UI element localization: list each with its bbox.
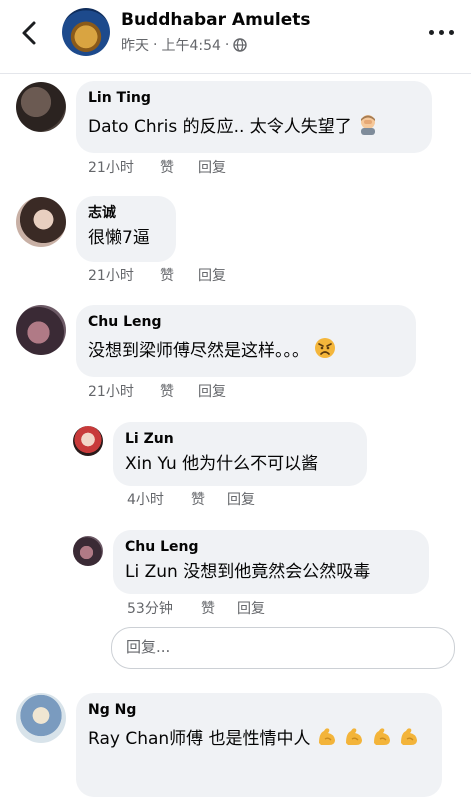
- comment-text: Ray Chan师傅 也是性情中人: [88, 725, 430, 751]
- like-button[interactable]: 赞: [160, 265, 198, 285]
- comment-text-content: Dato Chris 的反应.. 太令人失望了: [88, 117, 352, 137]
- reply-time[interactable]: 53分钟: [127, 598, 201, 618]
- like-button[interactable]: 赞: [160, 157, 198, 177]
- comment-bubble[interactable]: Ng Ng Ray Chan师傅 也是性情中人: [76, 693, 442, 797]
- angry-face-emoji-icon: [315, 338, 336, 358]
- reply-author[interactable]: Li Zun: [125, 430, 355, 448]
- page-title[interactable]: Buddhabar Amulets: [121, 10, 311, 30]
- reply-bubble[interactable]: Chu Leng Li Zun 没想到他竟然会公然吸毒: [113, 530, 429, 594]
- reply-input[interactable]: [126, 638, 426, 656]
- avatar[interactable]: [16, 693, 66, 743]
- dot-icon: [449, 30, 454, 35]
- reply-input-box[interactable]: [111, 627, 455, 669]
- comment-time[interactable]: 21小时: [88, 265, 160, 285]
- avatar[interactable]: [73, 536, 103, 566]
- comment-author[interactable]: 志诚: [88, 204, 164, 222]
- flexed-biceps-emoji-icon: [318, 728, 335, 745]
- comment-actions: 21小时 赞 回复: [88, 265, 226, 285]
- comment-author[interactable]: Lin Ting: [88, 89, 420, 107]
- comment-text: Dato Chris 的反应.. 太令人失望了: [88, 113, 420, 139]
- post-time[interactable]: 上午4:54: [161, 35, 220, 55]
- reply-button[interactable]: 回复: [227, 489, 255, 509]
- reply-button[interactable]: 回复: [198, 265, 226, 285]
- comment-actions: 21小时 赞 回复: [88, 157, 226, 177]
- avatar[interactable]: [16, 305, 66, 355]
- dot-icon: [429, 30, 434, 35]
- comment-time[interactable]: 21小时: [88, 157, 160, 177]
- comment-time[interactable]: 21小时: [88, 381, 160, 401]
- post-date: 昨天: [121, 38, 149, 54]
- man-facepalming-emoji-icon: [361, 115, 376, 135]
- flexed-biceps-emoji-icon: [346, 728, 363, 745]
- avatar[interactable]: [16, 82, 66, 132]
- page-avatar[interactable]: [62, 8, 110, 56]
- reply-text: Li Zun 没想到他竟然会公然吸毒: [125, 562, 371, 582]
- reply-button[interactable]: 回复: [198, 381, 226, 401]
- comment-author[interactable]: Chu Leng: [88, 313, 404, 331]
- reply-bubble[interactable]: Li Zun Xin Yu 他为什么不可以酱: [113, 422, 367, 486]
- reply-actions: 4小时 赞 回复: [127, 489, 255, 509]
- comment-text-content: 没想到梁师傅尽然是这样。。。: [88, 341, 309, 361]
- reply-button[interactable]: 回复: [237, 598, 265, 618]
- like-button[interactable]: 赞: [201, 598, 237, 618]
- avatar[interactable]: [73, 426, 103, 456]
- back-button[interactable]: [18, 20, 42, 46]
- like-button[interactable]: 赞: [191, 489, 227, 509]
- reply-button[interactable]: 回复: [198, 157, 226, 177]
- meta-separator: ·: [153, 37, 158, 53]
- dot-icon: [439, 30, 444, 35]
- flexed-biceps-emoji-icon: [373, 728, 390, 745]
- meta-separator: ·: [224, 37, 230, 53]
- comment-actions: 21小时 赞 回复: [88, 381, 226, 401]
- reply-author[interactable]: Chu Leng: [125, 538, 417, 556]
- globe-icon: [233, 38, 248, 52]
- reply-text: Xin Yu 他为什么不可以酱: [125, 454, 319, 474]
- reply-actions: 53分钟 赞 回复: [127, 598, 265, 618]
- comment-author[interactable]: Ng Ng: [88, 701, 430, 719]
- post-header: Buddhabar Amulets 昨天 · 上午4:54 ·: [0, 0, 471, 74]
- comment-text: 没想到梁师傅尽然是这样。。。: [88, 337, 404, 363]
- post-meta: 昨天 · 上午4:54 ·: [121, 35, 248, 55]
- comment-bubble[interactable]: 志诚 很懒7逼: [76, 196, 176, 262]
- comment-text: 很懒7逼: [88, 228, 150, 248]
- avatar[interactable]: [16, 197, 66, 247]
- flexed-biceps-emoji-icon: [401, 728, 418, 745]
- comment-bubble[interactable]: Chu Leng 没想到梁师傅尽然是这样。。。: [76, 305, 416, 377]
- more-options-button[interactable]: [428, 22, 456, 42]
- reply-time[interactable]: 4小时: [127, 489, 191, 509]
- chevron-left-icon: [22, 21, 36, 45]
- comment-text-content: Ray Chan师傅 也是性情中人: [88, 729, 311, 749]
- comment-bubble[interactable]: Lin Ting Dato Chris 的反应.. 太令人失望了: [76, 81, 432, 153]
- like-button[interactable]: 赞: [160, 381, 198, 401]
